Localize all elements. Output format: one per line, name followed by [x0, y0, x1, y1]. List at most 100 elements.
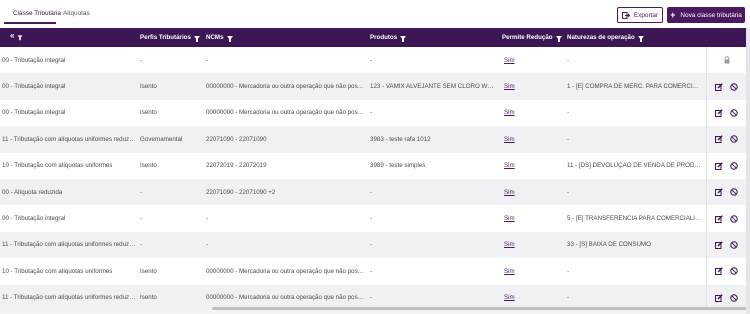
cell-permite-reducao[interactable]: Sim [504, 285, 562, 308]
disable-icon[interactable] [730, 188, 739, 197]
cell-perfis-text: - [140, 215, 143, 223]
cell-permite-reducao[interactable]: Sim [504, 205, 562, 231]
edit-icon[interactable] [715, 82, 724, 91]
table-row[interactable]: 11 - Tributação com alíquotas uniformes … [0, 284, 746, 308]
cell-ncms: 22071090 - 22071090 [206, 126, 366, 152]
table-row[interactable]: 10 - Tributação com alíquotas uniformes I… [0, 152, 746, 179]
cell-permite-reducao-text[interactable]: Sim [504, 136, 515, 143]
column-header-produtos[interactable]: Produtos [370, 34, 407, 42]
filter-icon[interactable] [18, 35, 23, 41]
plus-icon: + [670, 9, 676, 20]
disable-icon[interactable] [730, 135, 739, 144]
column-header-ncms[interactable]: NCMs [206, 34, 233, 42]
cell-naturezas: 11 - [DS] DEVOLUÇÃO DE VENDA DE PRODUTOS [567, 153, 703, 179]
cell-permite-reducao-text[interactable]: Sim [504, 241, 515, 248]
table-row[interactable]: 10 - Tributação com alíquotas uniformes I… [0, 258, 746, 285]
filter-icon[interactable] [637, 35, 644, 42]
filter-icon[interactable] [226, 35, 233, 42]
column-header-perfis[interactable]: Perfis Tributários [140, 34, 200, 42]
cell-naturezas-text: - [567, 109, 570, 117]
column-header-naturezas[interactable]: Naturezas de operação [567, 34, 644, 42]
vertical-scrollbar[interactable] [746, 28, 750, 314]
table-row[interactable]: 11 - Tributação com alíquotas uniformes … [0, 231, 746, 259]
cell-produtos: 3989 - teste simples [370, 153, 498, 179]
cell-produtos-text: - [370, 241, 373, 249]
cell-permite-reducao-text[interactable]: Sim [504, 162, 515, 169]
cell-naturezas-text: 1 - [E] COMPRA DE MERC. PARA COMERCIALIZ… [567, 83, 703, 91]
export-icon [621, 11, 630, 19]
cell-produtos: - [370, 232, 498, 258]
cell-permite-reducao[interactable]: Sim [504, 258, 562, 284]
column-header-classe[interactable]: « [10, 31, 23, 41]
cell-produtos-text: 123 - VAMIX ALVEJANTE SEM CLORO WHITE 5L [370, 83, 498, 91]
row-actions [706, 126, 746, 153]
filter-icon[interactable] [400, 35, 407, 42]
cell-permite-reducao-text[interactable]: Sim [504, 294, 515, 301]
cell-ncms-text: 00000000 - Mercadoria ou outra operação … [206, 267, 366, 275]
collapse-icon: « [10, 31, 15, 40]
cell-permite-reducao-text[interactable]: Sim [504, 189, 515, 196]
disable-icon[interactable] [730, 82, 739, 91]
table-row[interactable]: 00 - Tributação integral Isento 00000000 -… [0, 73, 746, 100]
horizontal-scrollbar[interactable] [212, 307, 746, 310]
edit-icon[interactable] [715, 240, 724, 249]
row-actions [706, 99, 746, 127]
cell-permite-reducao[interactable]: Sim [504, 179, 562, 205]
edit-icon[interactable] [715, 293, 724, 302]
table-row[interactable]: 00 - Alíquota reduzida - 22071090 - 220710… [0, 179, 746, 206]
cell-permite-reducao-text[interactable]: Sim [504, 215, 515, 222]
cell-permite-reducao[interactable]: Sim [504, 232, 562, 258]
cell-ncms: - [206, 47, 366, 73]
column-header-permite-reducao[interactable]: Permite Redução [502, 34, 562, 42]
cell-permite-reducao[interactable]: Sim [504, 100, 562, 126]
row-actions [706, 231, 746, 259]
cell-perfis: Isento [140, 258, 202, 284]
row-actions [706, 284, 746, 308]
disable-icon[interactable] [730, 293, 739, 302]
disable-icon[interactable] [730, 161, 739, 170]
table-row[interactable]: 00 - Tributação integral - - - Sim - [0, 47, 746, 74]
cell-permite-reducao-text[interactable]: Sim [504, 57, 515, 64]
edit-icon[interactable] [715, 267, 724, 276]
edit-icon[interactable] [715, 161, 724, 170]
edit-icon[interactable] [715, 214, 724, 223]
row-actions [706, 73, 746, 100]
edit-icon[interactable] [715, 135, 724, 144]
cell-permite-reducao-text[interactable]: Sim [504, 268, 515, 275]
table-row[interactable]: 00 - Tributação integral - - - Sim 5 - [E] TR… [0, 205, 746, 232]
cell-perfis-text: Isento [140, 83, 157, 91]
edit-icon[interactable] [715, 108, 724, 117]
cell-permite-reducao[interactable]: Sim [504, 73, 562, 99]
cell-ncms: 00000000 - Mercadoria ou outra operação … [206, 285, 366, 308]
cell-ncms-text: 00000000 - Mercadoria ou outra operação … [206, 83, 366, 91]
tab-aliquotas[interactable]: Alíquotas [63, 10, 90, 17]
cell-permite-reducao-text[interactable]: Sim [504, 83, 515, 90]
cell-permite-reducao[interactable]: Sim [504, 47, 562, 73]
cell-produtos: - [370, 179, 498, 205]
cell-naturezas: 5 - [E] TRANSFERÊNCIA PARA COMERCIALIZAÇ… [567, 205, 703, 231]
row-actions [706, 152, 746, 179]
cell-ncms: 00000000 - Mercadoria ou outra operação … [206, 100, 366, 126]
table-row[interactable]: 00 - Tributação integral Isento 00000000 -… [0, 99, 746, 127]
cell-classe: 11 - Tributação com alíquotas uniformes … [2, 126, 136, 152]
cell-classe-text: 00 - Tributação integral [2, 215, 66, 223]
table-row[interactable]: 11 - Tributação com alíquotas uniformes … [0, 126, 746, 153]
active-tab-indicator [4, 22, 56, 24]
cell-permite-reducao[interactable]: Sim [504, 153, 562, 179]
cell-permite-reducao-text[interactable]: Sim [504, 109, 515, 116]
export-button[interactable]: Exportar [617, 7, 663, 23]
filter-icon[interactable] [555, 35, 562, 42]
cell-permite-reducao[interactable]: Sim [504, 126, 562, 152]
disable-icon[interactable] [730, 108, 739, 117]
cell-produtos: - [370, 47, 498, 73]
cell-ncms: - [206, 205, 366, 231]
new-tax-class-button[interactable]: + Nova classe tributária [667, 7, 745, 23]
cell-ncms: 22072019 - 22072019 [206, 153, 366, 179]
disable-icon[interactable] [730, 240, 739, 249]
disable-icon[interactable] [730, 214, 739, 223]
tab-classe-tributaria[interactable]: Classe Tributária [13, 10, 61, 17]
new-tax-class-label: Nova classe tributária [680, 11, 742, 19]
disable-icon[interactable] [730, 267, 739, 276]
filter-icon[interactable] [193, 35, 200, 42]
edit-icon[interactable] [715, 188, 724, 197]
